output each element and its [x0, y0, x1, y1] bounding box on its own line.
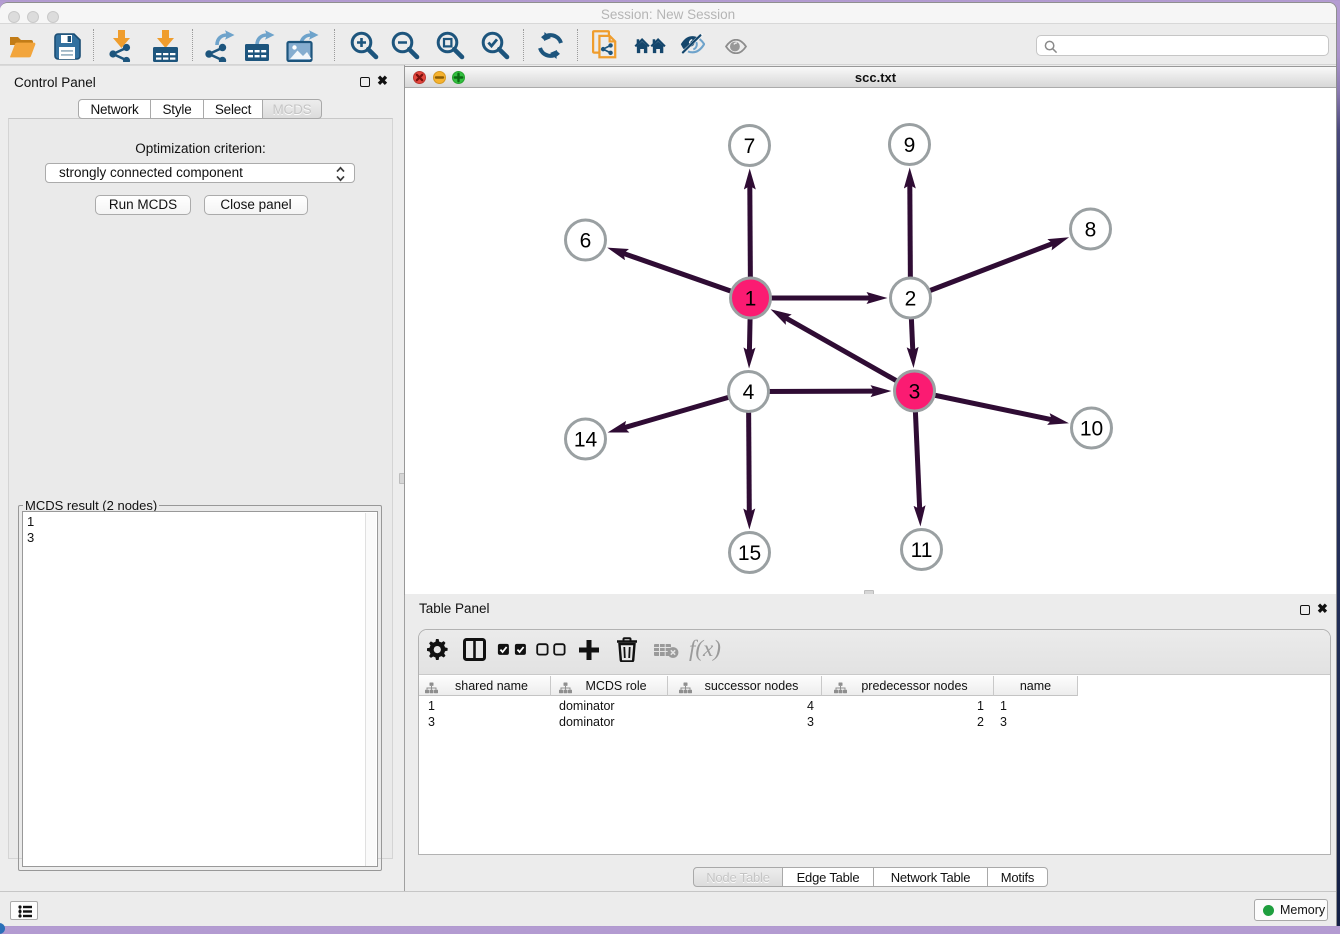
svg-text:11: 11	[911, 539, 933, 562]
svg-text:f(x): f(x)	[689, 637, 721, 661]
svg-text:7: 7	[744, 135, 756, 158]
svg-text:10: 10	[1080, 417, 1103, 440]
svg-text:9: 9	[904, 134, 916, 157]
svg-text:3: 3	[909, 380, 921, 403]
svg-text:1: 1	[745, 287, 757, 310]
svg-text:4: 4	[743, 381, 755, 404]
svg-text:6: 6	[580, 229, 592, 252]
svg-text:8: 8	[1085, 218, 1097, 241]
svg-text:14: 14	[574, 428, 598, 451]
svg-text:2: 2	[905, 287, 917, 310]
svg-text:15: 15	[738, 542, 761, 565]
